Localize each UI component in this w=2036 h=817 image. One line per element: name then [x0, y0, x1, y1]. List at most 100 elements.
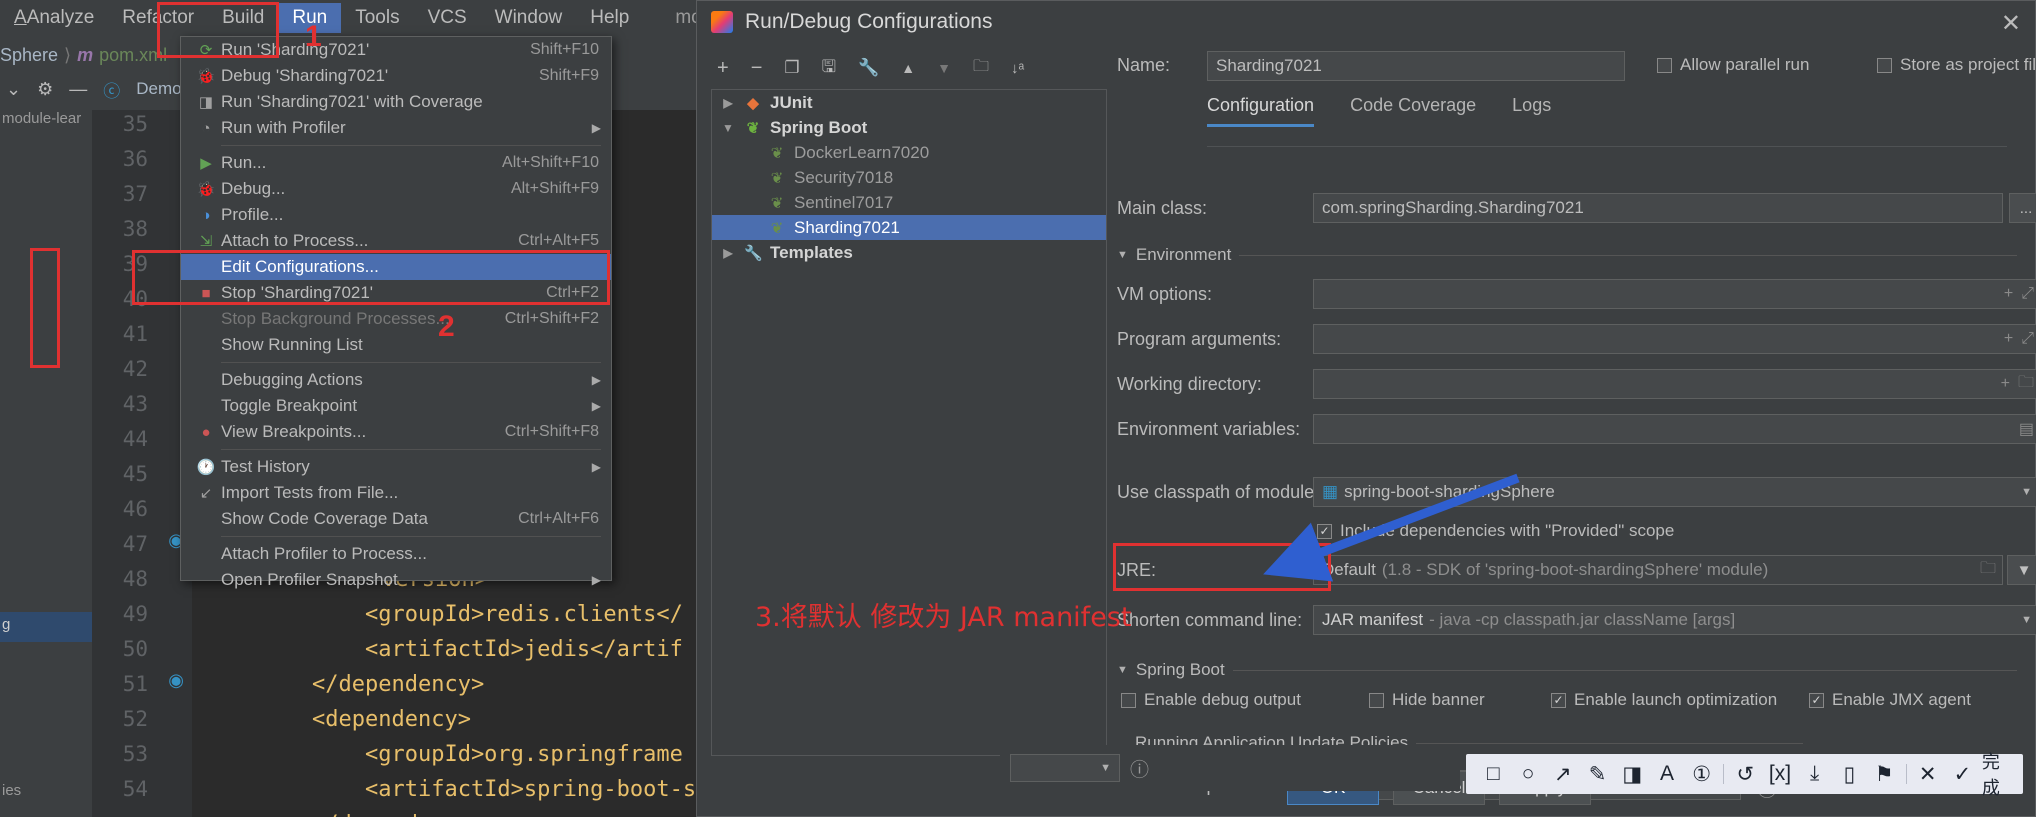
main-class-browse-button[interactable]: ...: [2009, 193, 2036, 223]
expand-icon[interactable]: ⤢: [2021, 285, 2034, 303]
hide-banner-checkbox[interactable]: Hide banner: [1369, 690, 1485, 710]
menu-item-open-profiler-snapshot[interactable]: Open Profiler Snapshot ▶: [181, 567, 611, 593]
plus-icon[interactable]: +: [2004, 285, 2013, 303]
tree-node-security7018[interactable]: ❦ Security7018: [712, 165, 1106, 190]
vm-options-input[interactable]: + ⤢: [1313, 279, 2036, 309]
menu-window[interactable]: Window: [481, 3, 577, 33]
tree-node-junit[interactable]: ▶ ◆ JUnit: [712, 90, 1106, 115]
close-icon[interactable]: ✕: [2001, 9, 2021, 38]
new-folder-icon[interactable]: 🗀: [973, 55, 989, 82]
plus-icon[interactable]: +: [2004, 330, 2013, 348]
menu-refactor[interactable]: Refactor: [108, 3, 208, 33]
run-gutter-icon[interactable]: ◉: [168, 670, 184, 691]
menu-analyze[interactable]: AAnalyze: [0, 3, 108, 33]
menu-item-attach-to-process[interactable]: ⇲ Attach to Process... Ctrl+Alt+F5: [181, 228, 611, 254]
expand-icon[interactable]: ⤢: [2021, 330, 2034, 348]
sort-alpha-icon[interactable]: ↓ᵃ: [1011, 60, 1024, 77]
copy-icon[interactable]: ❐: [784, 58, 799, 78]
enable-debug-output-checkbox[interactable]: Enable debug output: [1121, 690, 1301, 710]
sidebar-selected-row[interactable]: [0, 612, 92, 642]
breadcrumb-file[interactable]: pom.xml: [99, 45, 167, 66]
breadcrumb-module[interactable]: Sphere: [0, 45, 58, 66]
folder-icon[interactable]: 🗀: [1980, 557, 1996, 584]
gear-icon[interactable]: ⚙: [37, 79, 53, 100]
enable-launch-optimization-checkbox[interactable]: Enable launch optimization: [1551, 690, 1777, 710]
menu-item-attach-profiler-to-process[interactable]: Attach Profiler to Process...: [181, 541, 611, 567]
ocr-icon[interactable]: [x]: [1763, 754, 1798, 794]
tab-logs[interactable]: Logs: [1512, 95, 1551, 127]
menu-item-run[interactable]: ▶ Run... Alt+Shift+F10: [181, 150, 611, 176]
pen-icon[interactable]: ✎: [1580, 754, 1615, 794]
move-up-icon[interactable]: ▲: [901, 60, 915, 76]
mosaic-icon[interactable]: ◨: [1615, 754, 1650, 794]
menu-item-debug[interactable]: 🐞 Debug... Alt+Shift+F9: [181, 176, 611, 202]
close-icon[interactable]: ✕: [1910, 754, 1945, 794]
help-icon[interactable]: ⓘ: [1130, 755, 1149, 782]
allow-parallel-run-checkbox[interactable]: Allow parallel run: [1657, 55, 1809, 75]
tab-code-coverage[interactable]: Code Coverage: [1350, 95, 1476, 127]
bookmark-icon[interactable]: ⚑: [1867, 754, 1902, 794]
remove-icon[interactable]: −: [751, 57, 763, 80]
move-down-icon[interactable]: ▼: [937, 60, 951, 76]
capture-done-label[interactable]: 完成: [1980, 748, 2013, 800]
menu-item-edit-configurations[interactable]: Edit Configurations...: [181, 254, 611, 280]
menu-item-import-tests-from-file[interactable]: ↙ Import Tests from File...: [181, 480, 611, 506]
chevron-down-icon[interactable]: ▼: [720, 121, 736, 135]
capture-toolbar[interactable]: □ ○ ↗ ✎ ◨ A ① ↺ [x] ⤓ ▯ ⚑ ✕ ✓ 完成: [1466, 752, 2023, 799]
sidebar-item-g[interactable]: g: [2, 616, 10, 633]
tree-node-sharding7021[interactable]: ❦ Sharding7021: [712, 215, 1106, 240]
menu-item-view-breakpoints[interactable]: ● View Breakpoints... Ctrl+Shift+F8: [181, 419, 611, 445]
chevron-right-icon[interactable]: ▶: [720, 246, 736, 260]
chevron-down-icon[interactable]: ⌄: [6, 79, 21, 100]
store-as-project-file-checkbox[interactable]: Store as project file: [1877, 55, 2036, 75]
menu-help[interactable]: Help: [576, 3, 643, 33]
number-icon[interactable]: ①: [1684, 754, 1719, 794]
menu-vcs[interactable]: VCS: [414, 3, 481, 33]
menu-item-stop-background-processes[interactable]: Stop Background Processes... Ctrl+Shift+F…: [181, 306, 611, 332]
rect-icon[interactable]: □: [1476, 754, 1511, 794]
text-icon[interactable]: A: [1650, 754, 1685, 794]
jre-dropdown-button[interactable]: ▼: [2007, 555, 2036, 585]
tree-node-spring-boot[interactable]: ▼ ❦ Spring Boot: [712, 115, 1106, 140]
tab-configuration[interactable]: Configuration: [1207, 95, 1315, 127]
main-class-input[interactable]: com.springSharding.Sharding7021: [1313, 193, 2003, 223]
menu-item-run-sharding7021[interactable]: ⟳ Run 'Sharding7021' Shift+F10: [181, 37, 611, 63]
menu-build[interactable]: Build: [208, 3, 278, 33]
menu-item-show-running-list[interactable]: Show Running List: [181, 332, 611, 358]
spring-boot-section-header[interactable]: ▼ Spring Boot: [1117, 660, 2017, 680]
menu-item-debug-sharding7021[interactable]: 🐞 Debug 'Sharding7021' Shift+F9: [181, 63, 611, 89]
menu-item-debugging-actions[interactable]: Debugging Actions ▶: [181, 367, 611, 393]
tree-node-templates[interactable]: ▶ 🔧 Templates: [712, 240, 1106, 265]
menu-tools[interactable]: Tools: [341, 3, 413, 33]
program-arguments-input[interactable]: + ⤢: [1313, 324, 2036, 354]
menu-item-test-history[interactable]: 🕐 Test History ▶: [181, 454, 611, 480]
plus-icon[interactable]: +: [2001, 375, 2010, 393]
download-icon[interactable]: ⤓: [1797, 754, 1832, 794]
menu-item-run-sharding7021-with-coverage[interactable]: ◨ Run 'Sharding7021' with Coverage: [181, 89, 611, 115]
run-menu-popup[interactable]: ⟳ Run 'Sharding7021' Shift+F10 🐞 Debug 'Shar…: [180, 36, 612, 589]
menu-item-stop-sharding7021[interactable]: ■ Stop 'Sharding7021' Ctrl+F2: [181, 280, 611, 306]
arrow-icon[interactable]: ↗: [1545, 754, 1580, 794]
environment-variables-input[interactable]: ▤: [1313, 414, 2036, 444]
enable-jmx-agent-checkbox[interactable]: Enable JMX agent: [1809, 690, 1971, 710]
working-directory-input[interactable]: + 🗀: [1313, 369, 2036, 399]
name-input[interactable]: Sharding7021: [1207, 51, 1625, 81]
menu-item-show-code-coverage-data[interactable]: Show Code Coverage Data Ctrl+Alt+F6: [181, 506, 611, 532]
tree-node-sentinel7017[interactable]: ❦ Sentinel7017: [712, 190, 1106, 215]
tree-node-dockerlearn7020[interactable]: ❦ DockerLearn7020: [712, 140, 1106, 165]
minus-icon[interactable]: —: [69, 79, 87, 100]
chevron-right-icon[interactable]: ▶: [720, 96, 736, 110]
sidebar-item-ies[interactable]: ies: [2, 782, 21, 799]
menu-item-run-with-profiler[interactable]: ◔ Run with Profiler ▶: [181, 115, 611, 141]
menu-item-toggle-breakpoint[interactable]: Toggle Breakpoint ▶: [181, 393, 611, 419]
bottom-combo[interactable]: ▼: [1010, 754, 1120, 782]
run-debug-configurations-dialog[interactable]: Run/Debug Configurations ✕ + − ❐ 🖫 🔧 ▲ ▼…: [696, 0, 2036, 817]
wrench-icon[interactable]: 🔧: [858, 58, 879, 78]
sidebar-item-module[interactable]: module-lear: [0, 106, 92, 131]
ellipse-icon[interactable]: ○: [1511, 754, 1546, 794]
configurations-tree[interactable]: ▶ ◆ JUnit ▼ ❦ Spring Boot ❦ DockerLearn7020 ❦ Sec…: [711, 89, 1107, 756]
shorten-command-line-combo[interactable]: JAR manifest - java -cp classpath.jar cl…: [1313, 605, 2036, 635]
undo-icon[interactable]: ↺: [1728, 754, 1763, 794]
folder-icon[interactable]: 🗀: [2018, 371, 2034, 398]
check-icon[interactable]: ✓: [1945, 754, 1980, 794]
